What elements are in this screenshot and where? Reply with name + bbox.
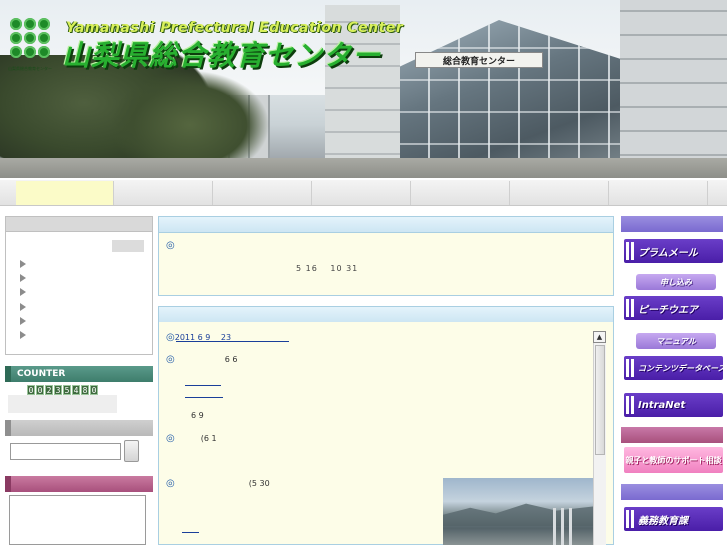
nav-item-7[interactable] [610,181,708,205]
link-underline [176,341,289,342]
news-link-underline[interactable] [185,397,223,398]
news-bullet: ◎ [166,332,175,343]
logo-dot [24,32,36,44]
nav-item-1[interactable] [16,181,114,205]
menu-arrow-icon[interactable] [20,317,26,325]
right-section-header [621,216,723,232]
menu-arrow-icon[interactable] [20,303,26,311]
logo-dot [38,46,50,58]
header-banner: 総合教育センター 山梨県総合教育センター Yamanashi Prefectur… [0,0,727,178]
counter-digit: 5 [63,385,71,395]
search-header [5,420,153,436]
banner-peachware[interactable]: ピーチウエア [624,296,723,320]
banner-manual[interactable]: マニュアル [636,333,716,349]
notice-bullet: ◎ [166,240,175,251]
sidebar-menu-tab[interactable] [112,240,144,252]
logo-dot [24,18,36,30]
right-section-header [621,427,723,443]
news-bullet: ◎ [166,478,175,489]
menu-arrow-icon[interactable] [20,274,26,282]
news-link-underline[interactable] [182,532,199,533]
counter-digit: 0 [36,385,44,395]
logo-dot [38,32,50,44]
news-item: ◎ (5 30 [166,478,270,489]
building-sign: 総合教育センター [415,52,543,68]
nav-item-6[interactable] [511,181,609,205]
banner-plum-mail[interactable]: プラムメール [624,239,723,263]
notice-date: 5 16 10 31 [296,264,359,273]
logo-dot [10,46,22,58]
banner-building-right [620,0,727,178]
photo-pole [569,508,572,545]
logo-dot [24,46,36,58]
counter-header: COUNTER [5,366,153,382]
menu-arrow-icon[interactable] [20,288,26,296]
sidebar-menu-header [6,217,152,232]
counter-digit: 8 [81,385,89,395]
sidebar-section-header [5,476,153,492]
menu-arrow-icon[interactable] [20,331,26,339]
logo-caption: 山梨県総合教育センター [8,66,52,71]
counter-info-box [8,395,117,413]
search-input[interactable] [10,443,121,460]
search-button[interactable] [124,440,139,462]
news-photo[interactable] [443,478,594,545]
nav-item-2[interactable] [115,181,213,205]
right-section-header [621,484,723,500]
main-nav [0,180,727,206]
news-text: 6 9 [191,411,204,420]
counter-digit: 2 [45,385,53,395]
scrollbar-thumb[interactable] [595,345,605,455]
logo-dot [10,18,22,30]
nav-item-3[interactable] [214,181,312,205]
banner-intranet[interactable]: IntraNet [624,393,723,417]
counter-digit: 3 [54,385,62,395]
banner-compulsory-education[interactable]: 義務教育課 [624,507,723,531]
news-link-underline[interactable] [185,385,221,386]
nav-item-5[interactable] [412,181,510,205]
notice-panel [158,233,614,296]
news-item: 6 9 [191,411,204,420]
photo-pole [561,508,564,545]
site-title-japanese[interactable]: 山梨県総合教育センター [62,34,407,72]
counter-digit: 4 [72,385,80,395]
scroll-up-icon[interactable]: ▲ [593,331,606,343]
sidebar-section-box [9,495,146,545]
menu-arrow-icon[interactable] [20,260,26,268]
logo-dot [38,18,50,30]
news-text: 6 6 [224,355,238,364]
visitor-counter: 0 0 2 3 5 4 8 0 [27,385,98,395]
news-item: ◎ (6 1 [166,433,217,444]
news-text: (6 1 [200,434,217,443]
site-logo-icon[interactable] [8,16,54,72]
banner-ground [0,158,727,178]
sidebar-menu [5,216,153,355]
nav-item-4[interactable] [313,181,411,205]
notice-header [158,216,614,233]
news-item: ◎ 6 6 [166,354,237,365]
news-bullet: ◎ [166,433,175,444]
banner-support-consultation[interactable]: 親子と教師のサポート相談 [624,447,723,473]
news-text: (5 30 [248,479,270,488]
banner-contents-database[interactable]: コンテンツデータベース [624,356,723,380]
news-bullet: ◎ [166,354,175,365]
news-header [158,306,614,323]
banner-apply[interactable]: 申し込み [636,274,716,290]
counter-digit: 0 [90,385,98,395]
counter-digit: 0 [27,385,35,395]
logo-dot [10,32,22,44]
photo-pole [553,508,556,545]
